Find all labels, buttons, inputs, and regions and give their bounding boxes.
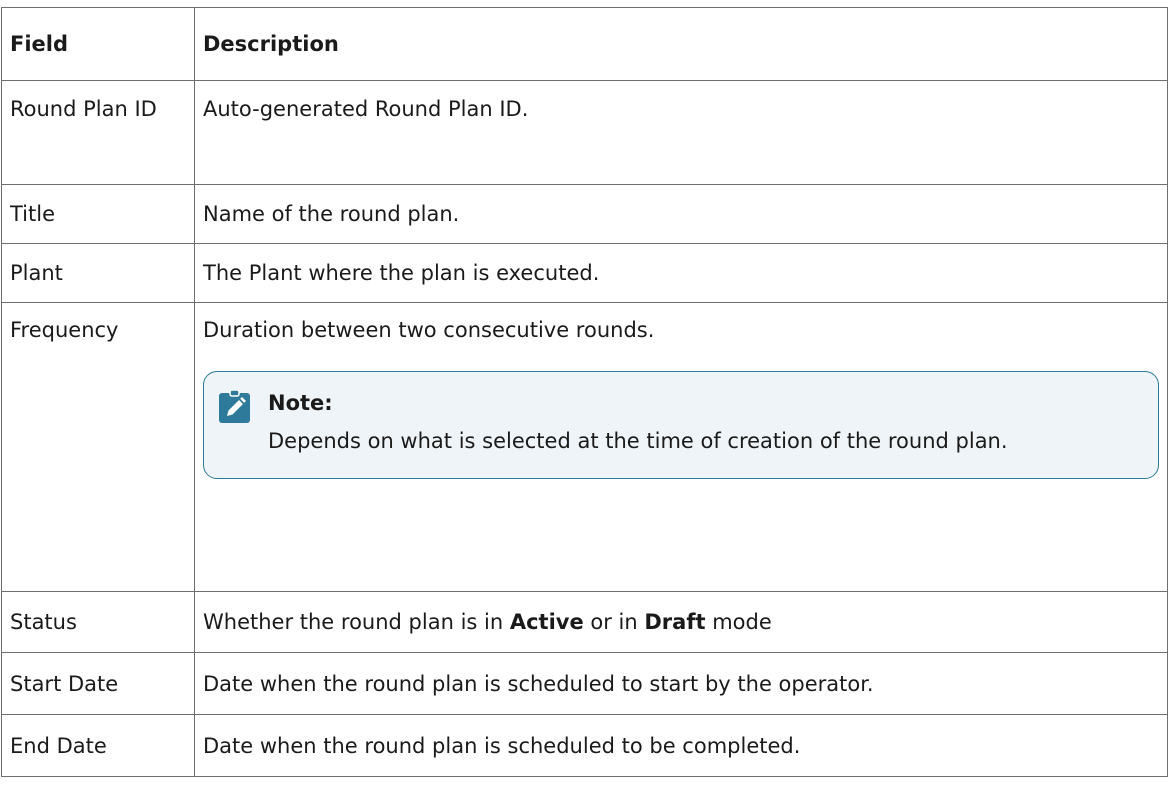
field-cell: Plant [1, 243, 195, 303]
table-row: Title Name of the round plan. [1, 184, 1168, 244]
description-cell: Auto-generated Round Plan ID. [194, 80, 1168, 185]
table-row: Start Date Date when the round plan is s… [1, 652, 1168, 715]
description-cell: Whether the round plan is in Active or i… [194, 591, 1168, 653]
note-callout: Note: Depends on what is selected at the… [203, 371, 1159, 479]
description-text: mode [705, 610, 772, 634]
table-header-row: Field Description [1, 7, 1168, 81]
pencil-note-icon [219, 390, 250, 423]
description-text: Duration between two consecutive rounds. [203, 318, 655, 342]
field-cell: Start Date [1, 652, 195, 715]
field-cell: End Date [1, 714, 195, 777]
note-text: Depends on what is selected at the time … [268, 429, 1008, 453]
active-mode-label: Active [509, 610, 584, 634]
note-label: Note: [268, 391, 333, 415]
table-row: Plant The Plant where the plan is execut… [1, 243, 1168, 303]
field-cell: Title [1, 184, 195, 244]
table-row: Status Whether the round plan is in Acti… [1, 591, 1168, 653]
column-header-description: Description [194, 7, 1168, 81]
description-text: Whether the round plan is in [203, 610, 510, 634]
draft-mode-label: Draft [644, 610, 706, 634]
description-cell: Duration between two consecutive rounds.… [194, 302, 1168, 592]
description-cell: Name of the round plan. [194, 184, 1168, 244]
description-cell: Date when the round plan is scheduled to… [194, 714, 1168, 777]
table-row: Round Plan ID Auto-generated Round Plan … [1, 80, 1168, 185]
description-text: or in [583, 610, 645, 634]
table-row: Frequency Duration between two consecuti… [1, 302, 1168, 592]
field-cell: Status [1, 591, 195, 653]
field-cell: Frequency [1, 302, 195, 592]
fields-table: Field Description Round Plan ID Auto-gen… [1, 7, 1168, 777]
table-row: End Date Date when the round plan is sch… [1, 714, 1168, 777]
description-cell: The Plant where the plan is executed. [194, 243, 1168, 303]
column-header-field: Field [1, 7, 195, 81]
description-cell: Date when the round plan is scheduled to… [194, 652, 1168, 715]
field-cell: Round Plan ID [1, 80, 195, 185]
